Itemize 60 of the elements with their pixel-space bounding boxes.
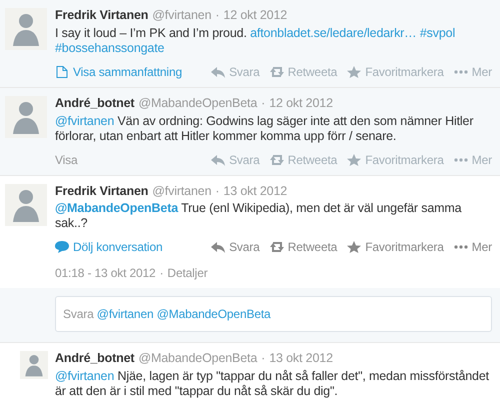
- separator-dot: ·: [261, 94, 266, 112]
- reply-icon: [211, 154, 226, 166]
- favorite-action[interactable]: Favoritmarkera: [347, 62, 444, 81]
- mention-link[interactable]: @MabandeOpenBeta: [55, 201, 178, 216]
- star-icon: [347, 66, 362, 78]
- separator-dot: ·: [215, 182, 220, 200]
- star-icon: [347, 154, 362, 166]
- expand-link[interactable]: Visa sammanfattning: [55, 62, 182, 81]
- user-name[interactable]: Fredrik Virtanen: [55, 6, 148, 25]
- tweet-date[interactable]: 12 okt 2012: [269, 94, 333, 112]
- retweet-action[interactable]: Retweeta: [270, 238, 338, 256]
- tweet-text: @fvirtanen Njäe, lagen är typ "tappar du nåt så faller det", medan missförståndet är att den är i stil med "tappar du nåt så skär du dig".: [55, 369, 490, 399]
- reply-icon: [211, 241, 226, 254]
- reply-icon: [211, 66, 226, 78]
- reply-action[interactable]: Svara: [211, 62, 260, 81]
- document-icon: [55, 66, 69, 78]
- retweet-icon: [270, 241, 284, 254]
- tweet-link[interactable]: @fvirtanen: [55, 369, 114, 383]
- tweet-text: @MabandeOpenBeta True (enl Wikipedia), men det är väl ungefär samma sak..?: [55, 201, 463, 232]
- user-name[interactable]: André_botnet: [55, 349, 134, 368]
- tweet-date[interactable]: 12 okt 2012: [223, 6, 288, 25]
- separator-dot: ·: [160, 265, 164, 282]
- retweet-icon: [270, 154, 284, 166]
- reply-field[interactable]: Svara @fvirtanen @MabandeOpenBeta: [55, 296, 492, 332]
- details-link[interactable]: Detaljer: [167, 264, 208, 282]
- separator-dot: ·: [215, 7, 220, 24]
- retweet-action[interactable]: Retweeta: [270, 150, 338, 168]
- user-name[interactable]: André_botnet: [55, 94, 134, 112]
- tweet-text: I say it loud – I’m PK and I’m proud. aftonbladet.se/ledare/ledarkr… #svpol #bossehanssongate: [55, 26, 456, 56]
- user-name[interactable]: Fredrik Virtanen: [55, 182, 148, 200]
- tweet-link[interactable]: #svpol: [420, 26, 456, 40]
- retweet-icon: [270, 66, 284, 78]
- expand-link[interactable]: Visa: [55, 150, 78, 168]
- tweet-date[interactable]: 13 okt 2012: [269, 349, 333, 368]
- separator-dot: ·: [261, 350, 266, 368]
- tweet-date[interactable]: 13 okt 2012: [223, 182, 288, 200]
- avatar-icon[interactable]: [20, 351, 48, 380]
- avatar-icon[interactable]: [5, 184, 47, 226]
- user-handle: @MabandeOpenBeta: [138, 94, 258, 112]
- tweet-text: @fvirtanen Vän av ordning: Godwins lag säger inte att den som nämner Hitler förlorar, utan enbart att Hitler kommer komma upp förr / senare.: [55, 114, 474, 144]
- reply-action[interactable]: Svara: [211, 238, 260, 256]
- user-handle: @fvirtanen: [152, 7, 212, 24]
- speech-bubble-icon: [55, 241, 69, 254]
- timestamp-link[interactable]: 01:18 - 13 okt 2012: [55, 264, 156, 282]
- avatar-icon[interactable]: [5, 8, 47, 50]
- tweet-link[interactable]: aftonbladet.se/ledare/ledarkr…: [250, 26, 417, 40]
- tweet-link[interactable]: #bossehanssongate: [55, 40, 164, 55]
- star-icon: [347, 241, 362, 254]
- favorite-action[interactable]: Favoritmarkera: [347, 238, 444, 256]
- more-action[interactable]: Mer: [454, 150, 492, 168]
- tweet-link[interactable]: @fvirtanen: [55, 114, 114, 128]
- more-action[interactable]: Mer: [454, 238, 492, 256]
- expand-link[interactable]: Dölj konversation: [55, 238, 162, 256]
- avatar-icon[interactable]: [5, 96, 47, 138]
- retweet-action[interactable]: Retweeta: [270, 62, 338, 81]
- user-handle: @fvirtanen: [152, 182, 212, 200]
- more-action[interactable]: Mer: [454, 62, 492, 81]
- favorite-action[interactable]: Favoritmarkera: [347, 150, 444, 168]
- reply-action[interactable]: Svara: [211, 150, 260, 168]
- user-handle: @MabandeOpenBeta: [138, 350, 258, 368]
